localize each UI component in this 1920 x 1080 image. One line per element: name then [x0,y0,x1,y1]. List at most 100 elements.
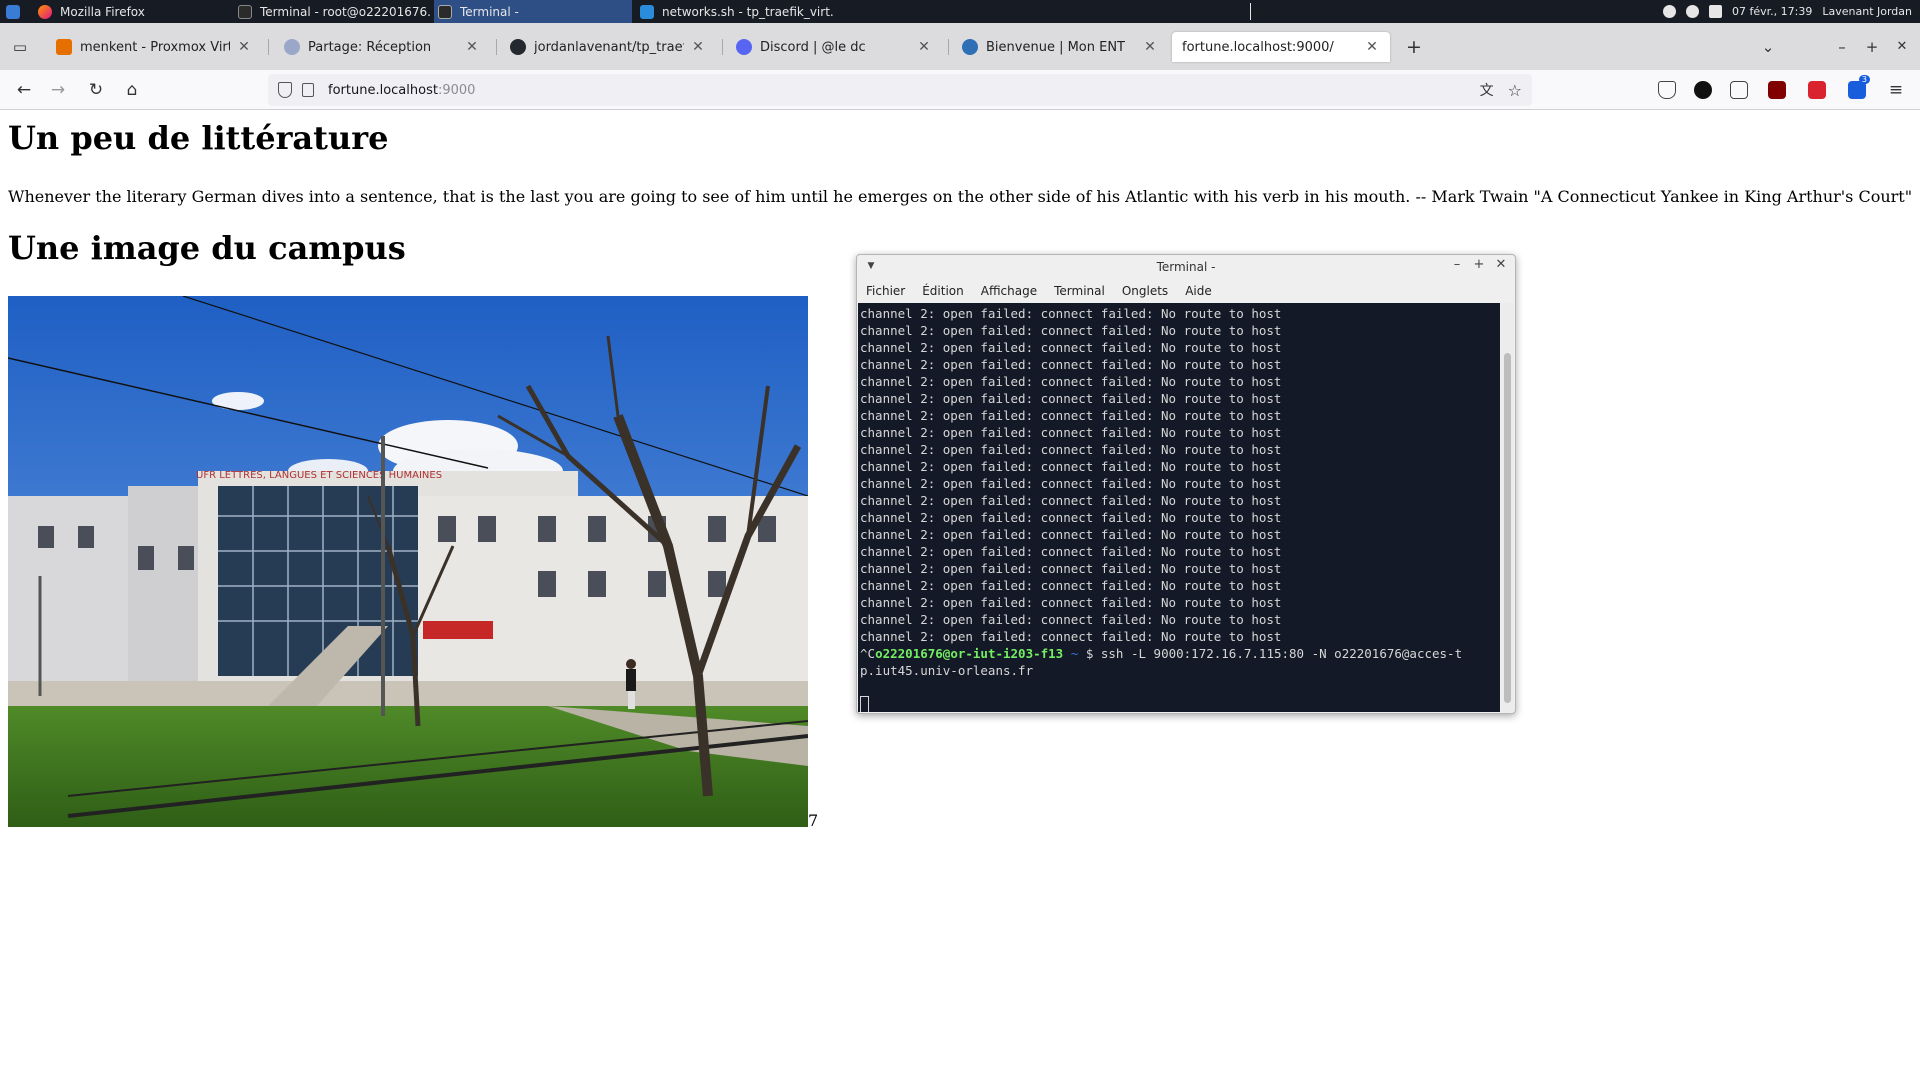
close-icon[interactable]: ✕ [690,39,706,55]
ent-icon [962,39,978,55]
terminal-output-line: channel 2: open failed: connect failed: … [860,425,1282,440]
close-icon[interactable]: ✕ [464,39,480,55]
url-port: :9000 [437,82,476,98]
firefox-view-button[interactable]: ▭ [10,37,30,57]
tab-discord[interactable]: Discord | @le dc ✕ [726,32,942,62]
close-icon[interactable]: ✕ [236,39,252,55]
terminal-output-line: channel 2: open failed: connect failed: … [860,595,1282,610]
navigation-toolbar: ← → ↻ ⌂ fortune.localhost :9000 文 ☆ 3 ≡ [0,70,1920,110]
shield-extension-icon[interactable] [1808,81,1826,99]
error-lines: channel 2: open failed: connect failed: … [860,305,1498,645]
extensions-puzzle-icon[interactable] [1730,81,1748,99]
url-bar[interactable]: fortune.localhost :9000 文 ☆ [268,74,1532,106]
terminal-output[interactable]: channel 2: open failed: connect failed: … [858,303,1500,712]
notification-bell-icon[interactable] [1663,5,1676,18]
bookmark-star-icon[interactable]: ☆ [1508,81,1522,100]
minimize-icon[interactable]: – [1449,257,1465,272]
extension-dark-icon[interactable] [1694,81,1712,99]
terminal-cursor [860,696,869,712]
menu-affichage[interactable]: Affichage [981,284,1037,298]
terminal-titlebar[interactable]: ▼ Terminal - – + ✕ [857,255,1515,279]
terminal-output-line: channel 2: open failed: connect failed: … [860,374,1282,389]
tab-ent[interactable]: Bienvenue | Mon ENT ✕ [952,32,1168,62]
prompt-symbol: $ [1085,646,1094,661]
empty-line [860,679,1498,696]
shield-icon[interactable] [278,82,292,98]
reload-icon[interactable]: ↻ [84,78,108,102]
volume-icon[interactable] [1709,5,1722,18]
menu-onglets[interactable]: Onglets [1122,284,1168,298]
close-icon[interactable]: ✕ [1493,257,1509,272]
tab-partage[interactable]: Partage: Réception ✕ [274,32,490,62]
close-icon[interactable]: ✕ [1364,39,1380,55]
maximize-icon[interactable]: + [1471,257,1487,272]
system-tray: 07 févr., 17:39 Lavenant Jordan [1663,0,1912,23]
extension-badge: 3 [1858,75,1870,84]
ublock-icon[interactable] [1768,81,1786,99]
terminal-window[interactable]: ▼ Terminal - – + ✕ Fichier Édition Affic… [856,254,1516,714]
tab-title: Discord | @le dc [760,39,866,55]
taskbar-window-firefox[interactable]: Mozilla Firefox [36,0,226,23]
campus-image: UFR LETTRES, LANGUES ET SCIENCES HUMAINE… [8,296,808,827]
terminal-title: Terminal - [1156,260,1216,274]
terminal-output-line: channel 2: open failed: connect failed: … [860,357,1282,372]
list-all-tabs-icon[interactable]: ⌄ [1758,37,1778,57]
terminal-output-line: channel 2: open failed: connect failed: … [860,442,1282,457]
page-info-icon[interactable] [302,83,314,97]
taskbar-window-vscode[interactable]: networks.sh - tp_traefik_virt... [638,0,834,23]
session-user[interactable]: Lavenant Jordan [1822,5,1912,18]
taskbar-window-title: Mozilla Firefox [60,4,145,19]
window-close-icon[interactable]: ✕ [1892,37,1912,57]
bitwarden-icon[interactable]: 3 [1848,75,1870,99]
pocket-icon[interactable] [1658,81,1676,99]
tab-title: jordanlavenant/tp_traefik_virt [534,39,684,55]
close-icon[interactable]: ✕ [1142,39,1158,55]
taskbar-window-terminal-root[interactable]: Terminal - root@o22201676... [236,0,430,23]
menu-edition[interactable]: Édition [922,284,964,298]
heading-literature: Un peu de littérature [8,119,389,157]
translate-icon[interactable]: 文 [1480,80,1494,100]
menu-fichier[interactable]: Fichier [866,284,905,298]
github-icon [510,39,526,55]
new-tab-icon[interactable]: + [1404,37,1424,57]
back-icon[interactable]: ← [12,78,36,102]
terminal-output-line: channel 2: open failed: connect failed: … [860,527,1282,542]
terminal-menubar: Fichier Édition Affichage Terminal Ongle… [857,279,1515,303]
heading-campus: Une image du campus [8,229,406,267]
tab-title: fortune.localhost:9000/ [1182,39,1334,55]
tab-separator [496,39,497,55]
hamburger-menu-icon[interactable]: ≡ [1884,78,1908,102]
tab-proxmox[interactable]: menkent - Proxmox Virtual En ✕ [46,32,262,62]
menu-aide[interactable]: Aide [1185,284,1212,298]
terminal-output-line: channel 2: open failed: connect failed: … [860,578,1282,593]
tab-title: Partage: Réception [308,39,432,55]
tab-github[interactable]: jordanlavenant/tp_traefik_virt ✕ [500,32,716,62]
window-menu-icon[interactable]: ▼ [863,261,879,271]
maximize-icon[interactable]: + [1862,37,1882,57]
terminal-output-line: channel 2: open failed: connect failed: … [860,408,1282,423]
taskbar-window-title: Terminal - root@o22201676... [260,4,430,19]
zimbra-icon [284,39,300,55]
taskbar-window-terminal-active[interactable]: Terminal - [434,0,632,23]
taskbar-window-title: Terminal - [460,4,519,19]
terminal-output-line: channel 2: open failed: connect failed: … [860,459,1282,474]
home-icon[interactable]: ⌂ [120,78,144,102]
scrollbar-thumb[interactable] [1504,353,1511,703]
forward-icon[interactable]: → [46,78,70,102]
stray-text: 7 [808,811,819,830]
close-icon[interactable]: ✕ [916,39,932,55]
app-menu-icon[interactable] [6,0,22,23]
prompt-interrupt: ^C [860,646,876,661]
quote-text: Whenever the literary German dives into … [8,187,1913,206]
terminal-scrollbar[interactable] [1501,303,1514,712]
minimize-icon[interactable]: – [1832,37,1852,57]
tab-fortune[interactable]: fortune.localhost:9000/ ✕ [1172,32,1390,62]
terminal-output-line: channel 2: open failed: connect failed: … [860,510,1282,525]
campus-sign: UFR LETTRES, LANGUES ET SCIENCES HUMAINE… [196,470,442,481]
firefox-icon [38,4,52,19]
terminal-icon [238,4,252,19]
clock[interactable]: 07 févr., 17:39 [1732,5,1812,18]
terminal-output-line: channel 2: open failed: connect failed: … [860,544,1282,559]
menu-terminal[interactable]: Terminal [1054,284,1105,298]
power-icon[interactable] [1686,5,1699,18]
